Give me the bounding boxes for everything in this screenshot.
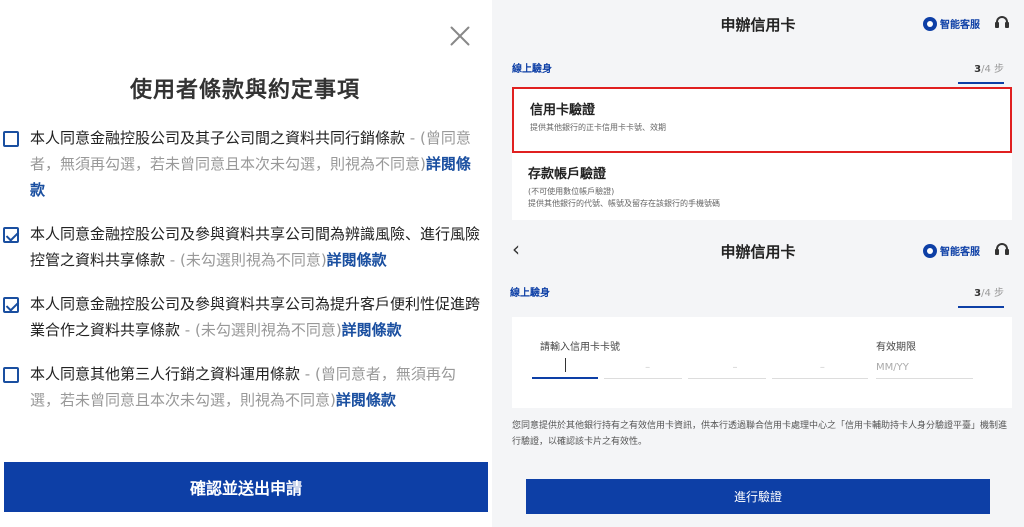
step-count: 3/4 步 xyxy=(974,64,1004,75)
expiry-label: 有效期限 xyxy=(876,342,916,353)
option-desc: 提供其他銀行的正卡信用卡卡號、效期 xyxy=(530,123,666,132)
term-detail-link[interactable]: 詳閱條款 xyxy=(342,321,402,339)
card-segment-3 xyxy=(688,378,766,379)
term-item-4: 本人同意其他第三人行銷之資料運用條款 - (曾同意者，無須再勾選，若未曾同意且本… xyxy=(0,361,490,413)
terms-panel: 使用者條款與約定事項 本人同意金融控股公司及其子公司間之資料共同行銷條款 - (… xyxy=(0,0,490,527)
step-count: 3/4 步 xyxy=(974,288,1004,299)
term-note: - (未勾選則視為不同意) xyxy=(180,321,342,339)
verify-method-card: 信用卡驗證 提供其他銀行的正卡信用卡卡號、效期 存款帳戶驗證 (不可使用數位帳戶… xyxy=(512,87,1012,220)
expiry-underline xyxy=(876,378,973,379)
step-indicator: 線上驗身 3/4 步 xyxy=(512,56,1004,84)
term-note: - (未勾選則視為不同意) xyxy=(165,251,327,269)
service-bot-icon xyxy=(923,16,937,31)
term-detail-link[interactable]: 詳閱條款 xyxy=(336,391,396,409)
service-button[interactable]: 智能客服 xyxy=(923,16,980,31)
checkbox-checked-icon[interactable] xyxy=(3,297,19,313)
term-item-2: 本人同意金融控股公司及參與資料共享公司間為辨識風險、進行風險控管之資料共享條款 … xyxy=(0,221,490,273)
service-bot-icon xyxy=(923,243,937,258)
term-item-1: 本人同意金融控股公司及其子公司間之資料共同行銷條款 - (曾同意者，無須再勾選，… xyxy=(0,125,490,203)
step-underline xyxy=(958,306,1004,308)
expiry-input[interactable]: MM/YY xyxy=(876,362,909,373)
headset-icon[interactable] xyxy=(994,14,1010,30)
step-indicator: 線上驗身 3/4 步 xyxy=(510,280,1004,308)
bottom-header: ‹ 申辦信用卡 智能客服 xyxy=(492,227,1024,271)
card-segment-2 xyxy=(604,378,682,379)
term-item-3: 本人同意金融控股公司及參與資料共享公司為提升客戶便利性促進跨業合作之資料共享條款… xyxy=(0,291,490,343)
term-text: 本人同意金融控股公司及其子公司間之資料共同行銷條款 xyxy=(30,129,406,147)
step-label: 線上驗身 xyxy=(512,64,552,75)
top-header: 申辦信用卡 智能客服 xyxy=(492,0,1024,44)
confirm-submit-button[interactable]: 確認並送出申請 xyxy=(4,462,488,512)
card-segment-dashes: – – – xyxy=(645,362,825,373)
disclaimer-text: 您同意提供於其他銀行持有之有效信用卡資訊，供本行透過聯合信用卡處理中心之「信用卡… xyxy=(512,421,1008,447)
checkbox-unchecked-icon[interactable] xyxy=(3,131,19,147)
checkbox-checked-icon[interactable] xyxy=(3,227,19,243)
term-text: 本人同意其他第三人行銷之資料運用條款 xyxy=(30,365,301,383)
option-title: 信用卡驗證 xyxy=(530,103,596,118)
page-title: 使用者條款與約定事項 xyxy=(129,78,360,103)
verify-button[interactable]: 進行驗證 xyxy=(526,479,990,514)
card-segment-4 xyxy=(772,378,868,379)
option-credit-card[interactable]: 信用卡驗證 提供其他銀行的正卡信用卡卡號、效期 xyxy=(512,87,1012,153)
service-label: 智能客服 xyxy=(940,20,980,31)
terms-list: 本人同意金融控股公司及其子公司間之資料共同行銷條款 - (曾同意者，無須再勾選，… xyxy=(0,125,490,413)
option-desc: (不可使用數位帳戶驗證) 提供其他銀行的代號、帳號及留存在該銀行的手機號碼 xyxy=(528,187,720,208)
headset-icon[interactable] xyxy=(994,241,1010,257)
checkbox-unchecked-icon[interactable] xyxy=(3,367,19,383)
service-button[interactable]: 智能客服 xyxy=(923,243,980,258)
option-bank-account[interactable]: 存款帳戶驗證 (不可使用數位帳戶驗證) 提供其他銀行的代號、帳號及留存在該銀行的手… xyxy=(512,153,1012,220)
option-title: 存款帳戶驗證 xyxy=(528,167,607,182)
verification-panel: 申辦信用卡 智能客服 線上驗身 3/4 步 信用卡驗證 提供其他銀行的正卡信用卡… xyxy=(492,0,1024,527)
step-underline xyxy=(958,82,1004,84)
service-label: 智能客服 xyxy=(940,247,980,258)
step-label: 線上驗身 xyxy=(510,288,550,299)
card-segment-1 xyxy=(532,377,598,379)
term-detail-link[interactable]: 詳閱條款 xyxy=(327,251,387,269)
card-number-label: 請輸入信用卡卡號 xyxy=(540,342,620,353)
close-icon[interactable] xyxy=(446,22,474,50)
